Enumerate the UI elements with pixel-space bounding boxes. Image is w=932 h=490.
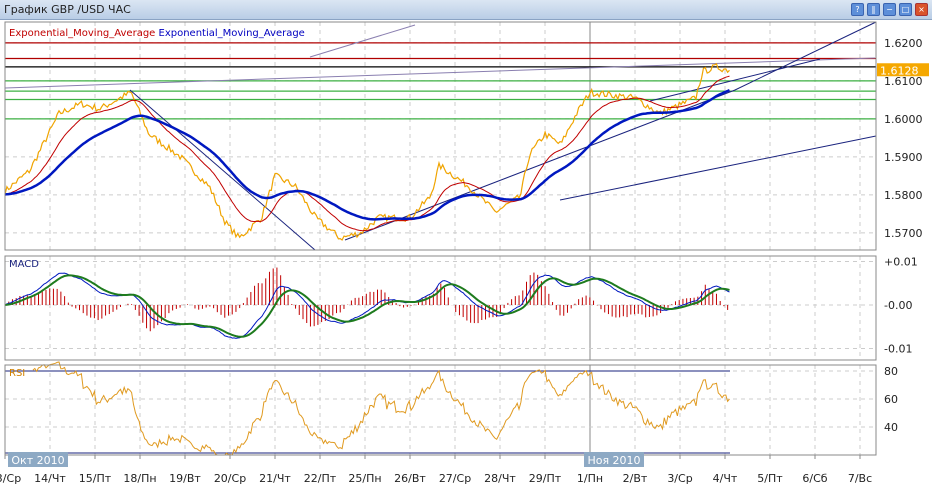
panel-frame: [4, 21, 877, 251]
price-tick-label: 1.5900: [884, 151, 923, 164]
x-tick-label: 22/Пт: [304, 472, 337, 485]
window-title: График GBP /USD ЧАС: [4, 3, 131, 16]
trendline: [309, 24, 416, 58]
x-tick-label: 5/Пт: [757, 472, 783, 485]
x-tick-label: 21/Чт: [259, 472, 291, 485]
x-tick-label: 14/Чт: [34, 472, 66, 485]
x-tick-label: 25/Пн: [348, 472, 381, 485]
x-tick-label: 28/Чт: [484, 472, 516, 485]
help-button[interactable]: ?: [851, 3, 864, 16]
macd-tick-label: -0.00: [884, 299, 912, 312]
macd-tick-label: +0.01: [884, 256, 918, 269]
legend: Exponential_Moving_Average Exponential_M…: [9, 28, 305, 39]
x-tick-label: 19/Вт: [169, 472, 201, 485]
x-tick-label: 29/Пт: [529, 472, 562, 485]
macd-line: [4, 272, 730, 339]
trendline: [559, 135, 877, 201]
price-tick-label: 1.5800: [884, 189, 923, 202]
price-line: [4, 62, 730, 241]
rsi-tick-label: 40: [884, 421, 898, 434]
x-tick-label: 4/Чт: [713, 472, 738, 485]
ema-blue-line: [4, 89, 730, 221]
series: [4, 62, 929, 456]
x-tick-label: 3/Ср: [667, 472, 692, 485]
macd-label: MACD: [9, 259, 39, 270]
grid: [4, 22, 876, 455]
x-tick-label: 2/Вт: [623, 472, 648, 485]
price-tick-label: 1.6200: [884, 37, 923, 50]
month-label: Окт 2010: [11, 454, 64, 467]
trendline: [4, 57, 876, 89]
maximize-button[interactable]: □: [899, 3, 912, 16]
last-price-label: 1.6128: [880, 64, 919, 77]
rsi-line: [32, 361, 730, 456]
legend-entry: Exponential_Moving_Average: [155, 28, 305, 39]
x-tick-label: 13/Ср: [0, 472, 21, 485]
x-tick-label: 1/Пн: [577, 472, 603, 485]
window-titlebar: График GBP /USD ЧАС ? ‖ − □ ×: [0, 0, 932, 20]
chart-canvas[interactable]: 13/Ср 14/Чт 15/Пт 18/Пн 19/Вт 20/Ср 21/Чт 22/Пт…: [0, 19, 932, 490]
pause-button[interactable]: ‖: [867, 3, 880, 16]
price-tick-label: 1.5700: [884, 227, 923, 240]
rsi-label: RSI: [9, 368, 25, 379]
horizontal-levels: [5, 42, 876, 454]
rsi-tick-label: 60: [884, 393, 898, 406]
price-tick-label: 1.6000: [884, 113, 923, 126]
x-tick-label: 20/Ср: [214, 472, 246, 485]
macd-tick-label: -0.01: [884, 343, 912, 356]
x-tick-label: 27/Ср: [439, 472, 471, 485]
x-tick-label: 6/Сб: [802, 472, 827, 485]
x-tick-label: 7/Вс: [848, 472, 872, 485]
trendline: [129, 89, 316, 251]
trendline: [734, 21, 877, 91]
legend-entry: Exponential_Moving_Average: [9, 28, 155, 39]
x-tick-label: 26/Вт: [394, 472, 426, 485]
month-label: Ноя 2010: [587, 454, 640, 467]
panel-frames: [4, 21, 877, 456]
minimize-button[interactable]: −: [883, 3, 896, 16]
x-tick-label: 18/Пн: [123, 472, 156, 485]
macd-signal-line: [4, 274, 730, 338]
rsi-tick-label: 80: [884, 365, 898, 378]
close-button[interactable]: ×: [915, 3, 928, 16]
x-tick-label: 15/Пт: [79, 472, 112, 485]
trendlines: [4, 21, 877, 251]
